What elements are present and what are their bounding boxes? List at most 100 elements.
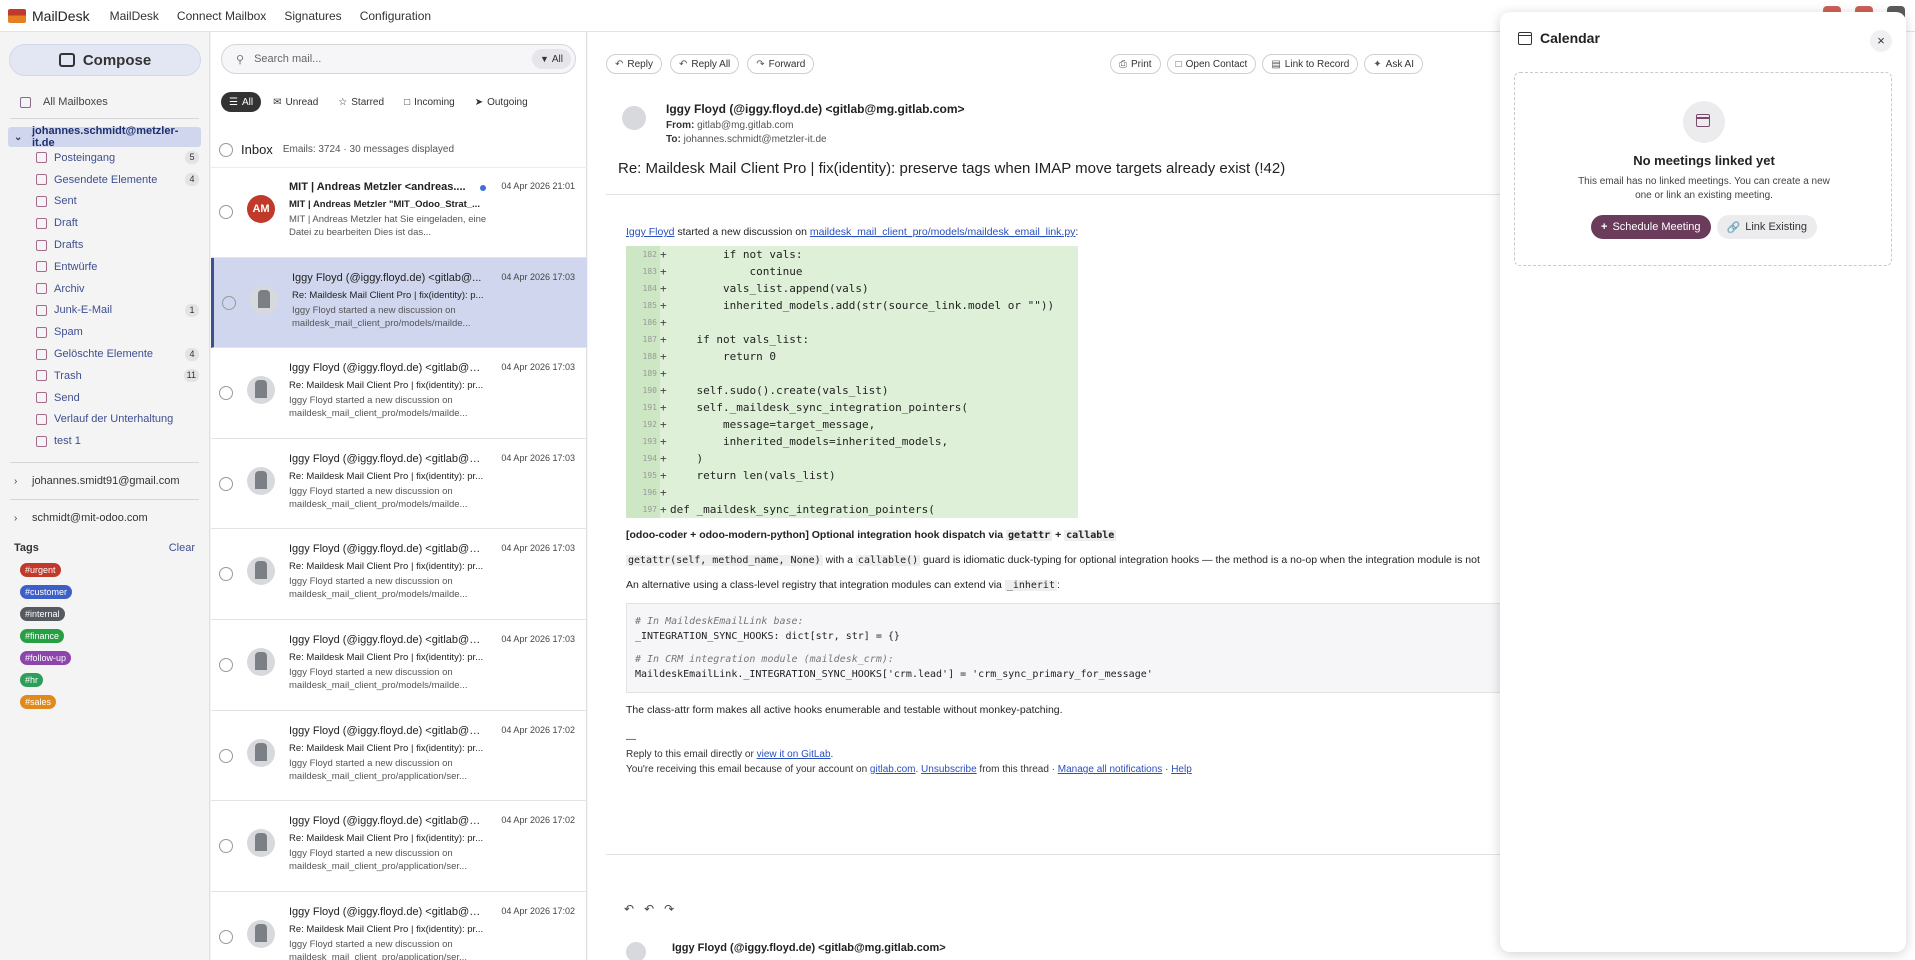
chevron-down-icon[interactable]: ⌄ [14, 132, 26, 143]
search-filter-button[interactable]: ▼ All [531, 49, 571, 69]
email-rows: AM MIT | Andreas Metzler <andreas.... 04 A… [211, 167, 587, 960]
email-sender: Iggy Floyd (@iggy.floyd.de) <gitlab@m... [289, 724, 484, 737]
sender-avatar[interactable] [622, 106, 646, 130]
reply-icon[interactable]: ↶ [624, 902, 634, 916]
link-to-record-button[interactable]: ▤ Link to Record [1262, 54, 1359, 74]
filter-all[interactable]: ☰ All [221, 92, 262, 112]
reply-all-button[interactable]: ↶ Reply All [669, 54, 740, 74]
filter-unread[interactable]: ✉ Unread [265, 92, 326, 112]
reply-all-icon[interactable]: ↶ [644, 902, 654, 916]
row-checkbox[interactable] [219, 567, 233, 582]
manage-notifications-link[interactable]: Manage all notifications [1058, 764, 1163, 775]
chevron-right-icon[interactable]: › [14, 476, 26, 487]
close-icon[interactable]: × [1870, 30, 1892, 52]
open-contact-button[interactable]: □ Open Contact [1166, 54, 1257, 74]
sidebar-folder[interactable]: Posteingang 5 [8, 147, 201, 169]
chevron-right-icon[interactable]: › [14, 513, 26, 524]
sidebar-folder[interactable]: Spam [8, 321, 201, 343]
print-button[interactable]: ⎙ Print [1110, 54, 1161, 74]
email-row[interactable]: Iggy Floyd (@iggy.floyd.de) <gitlab@m...… [211, 801, 587, 892]
sidebar-folder[interactable]: test 1 [8, 430, 201, 452]
app-brand[interactable]: MailDesk [8, 8, 90, 24]
empty-state: No meetings linked yet This email has no… [1514, 72, 1892, 266]
sidebar-folder[interactable]: Archiv [8, 278, 201, 300]
to-value: johannes.schmidt@metzler-it.de [683, 134, 827, 145]
row-checkbox[interactable] [219, 476, 233, 491]
sidebar-folder[interactable]: Drafts [8, 234, 201, 256]
folder-icon [36, 413, 47, 425]
forward-icon[interactable]: ↷ [664, 902, 674, 916]
row-checkbox[interactable] [219, 748, 233, 763]
sidebar-folder[interactable]: Sent [8, 191, 201, 213]
search-bar[interactable]: ⚲ Search mail... ▼ All [221, 44, 576, 74]
search-input[interactable]: Search mail... [254, 53, 532, 65]
email-row[interactable]: Iggy Floyd (@iggy.floyd.de) <gitlab@... 0… [211, 257, 587, 349]
forward-button[interactable]: ↷ Forward [747, 54, 815, 74]
unread-count-badge: 11 [183, 369, 199, 383]
sidebar-folder[interactable]: Gesendete Elemente 4 [8, 169, 201, 191]
sidebar-folder[interactable]: Entwürfe [8, 256, 201, 278]
schedule-meeting-button[interactable]: + Schedule Meeting [1591, 215, 1711, 239]
sidebar-folder[interactable]: Gelöschte Elemente 4 [8, 343, 201, 365]
email-row[interactable]: AM MIT | Andreas Metzler <andreas.... 04 A… [211, 167, 587, 258]
row-checkbox[interactable] [219, 839, 233, 854]
row-checkbox[interactable] [219, 386, 233, 401]
sidebar-folder[interactable]: Junk-E-Mail 1 [8, 300, 201, 322]
email-row[interactable]: Iggy Floyd (@iggy.floyd.de) <gitlab@m...… [211, 892, 587, 960]
help-link[interactable]: Help [1171, 764, 1192, 775]
unsubscribe-link[interactable]: Unsubscribe [921, 764, 977, 775]
email-row[interactable]: Iggy Floyd (@iggy.floyd.de) <gitlab@m...… [211, 711, 587, 802]
user-link[interactable]: Iggy Floyd [626, 226, 674, 238]
select-all-checkbox[interactable] [219, 142, 233, 157]
account-active[interactable]: ⌄ johannes.schmidt@metzler-it.de [8, 125, 201, 149]
tag-chip[interactable]: #urgent [20, 563, 61, 578]
email-row[interactable]: Iggy Floyd (@iggy.floyd.de) <gitlab@m...… [211, 620, 587, 711]
filter-outgoing[interactable]: ➤ Outgoing [467, 92, 536, 112]
row-checkbox[interactable] [219, 929, 233, 944]
ask-ai-button[interactable]: ✦ Ask AI [1364, 54, 1424, 74]
tag-chip[interactable]: #finance [20, 629, 65, 644]
sidebar-folder[interactable]: Trash 11 [8, 365, 201, 387]
view-on-gitlab-link[interactable]: view it on GitLab [757, 749, 831, 760]
compose-button[interactable]: Compose [9, 44, 201, 76]
footer-text: from this thread · [976, 764, 1058, 775]
diff-plus-marker: + [660, 248, 667, 261]
nav-signatures[interactable]: Signatures [284, 9, 341, 23]
gitlab-link[interactable]: gitlab.com [870, 764, 916, 775]
tag-chip[interactable]: #customer [20, 585, 73, 600]
code-line: 193 + inherited_models=inherited_models, [626, 433, 1078, 450]
tag-chip[interactable]: #hr [20, 673, 44, 688]
line-number: 190 [626, 382, 660, 399]
email-row[interactable]: Iggy Floyd (@iggy.floyd.de) <gitlab@m...… [211, 348, 587, 439]
nav-connect-mailbox[interactable]: Connect Mailbox [177, 9, 266, 23]
sidebar-folder[interactable]: Send [8, 387, 201, 409]
row-checkbox[interactable] [219, 205, 233, 219]
email-row[interactable]: Iggy Floyd (@iggy.floyd.de) <gitlab@m...… [211, 529, 587, 620]
filter-starred[interactable]: ☆ Starred [330, 92, 392, 112]
email-row[interactable]: Iggy Floyd (@iggy.floyd.de) <gitlab@m...… [211, 439, 587, 530]
filter-incoming[interactable]: □ Incoming [396, 92, 463, 112]
unread-dot-icon [480, 185, 486, 191]
tag-chip[interactable]: #follow-up [20, 651, 72, 666]
all-mailboxes[interactable]: All Mailboxes [20, 94, 201, 110]
code-line: 182 + if not vals: [626, 246, 1078, 263]
sender-avatar[interactable] [626, 942, 646, 960]
row-checkbox[interactable] [222, 295, 236, 310]
row-checkbox[interactable] [219, 657, 233, 672]
sidebar-folder[interactable]: Draft [8, 212, 201, 234]
account-mit-odoo[interactable]: › schmidt@mit-odoo.com [8, 508, 201, 528]
tag-chip[interactable]: #internal [20, 607, 65, 622]
diff-plus-marker: + [660, 435, 667, 448]
sidebar-folder[interactable]: Verlauf der Unterhaltung [8, 409, 201, 431]
nav-configuration[interactable]: Configuration [360, 9, 431, 23]
link-existing-button[interactable]: 🔗 Link Existing [1716, 215, 1817, 239]
nav-maildesk[interactable]: MailDesk [110, 9, 159, 23]
folder-label: test 1 [54, 435, 81, 448]
clear-tags-button[interactable]: Clear [169, 542, 195, 554]
heading-text: [odoo-coder + odoo-modern-python] Option… [626, 529, 1007, 541]
email-sender: Iggy Floyd (@iggy.floyd.de) <gitlab@m... [289, 543, 484, 556]
account-gmail[interactable]: › johannes.smidt91@gmail.com [8, 471, 201, 491]
reply-button[interactable]: ↶ Reply [606, 54, 662, 74]
file-link[interactable]: maildesk_mail_client_pro/models/maildesk… [810, 226, 1076, 238]
tag-chip[interactable]: #sales [20, 695, 57, 710]
